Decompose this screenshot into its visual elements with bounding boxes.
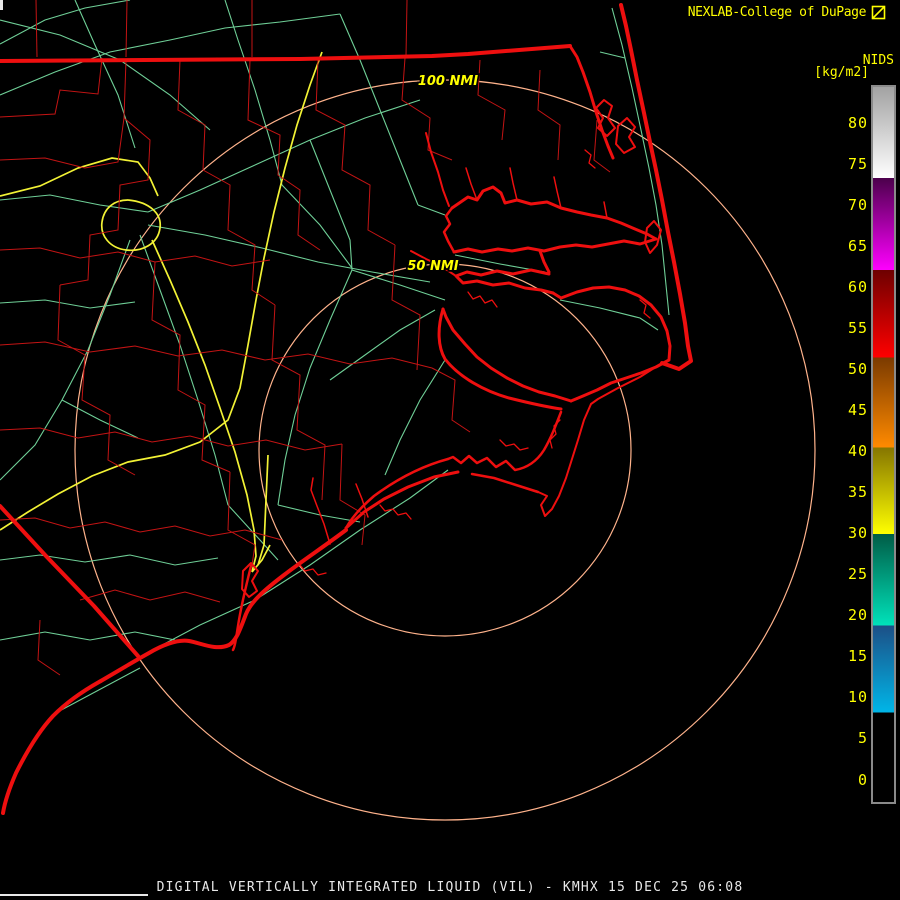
product-caption: DIGITAL VERTICALLY INTEGRATED LIQUID (VI…: [0, 880, 900, 895]
albemarle-sound: [452, 187, 656, 239]
colorbar: [871, 85, 896, 804]
state-border-sc-nc: [0, 506, 138, 656]
colorbar-tick-40: 40: [828, 442, 868, 460]
colorbar-tick-70: 70: [828, 196, 868, 214]
colorbar-tick-5: 5: [828, 729, 868, 747]
roads-layer: [0, 0, 669, 715]
colorbar-tick-75: 75: [828, 155, 868, 173]
colorbar-tick-10: 10: [828, 688, 868, 706]
colorbar-tick-60: 60: [828, 278, 868, 296]
colorbar-tick-45: 45: [828, 401, 868, 419]
caption-underline: [0, 894, 148, 896]
border-mark-top-left: [0, 0, 3, 10]
units-label: [kg/m2]: [814, 65, 869, 80]
radar-map: 100 NMI 50 NMI: [0, 0, 900, 900]
range-rings: [75, 80, 815, 820]
colorbar-gradient: [873, 87, 894, 802]
colorbar-tick-25: 25: [828, 565, 868, 583]
colorbar-tick-55: 55: [828, 319, 868, 337]
range-ring-label-100nmi: 100 NMI: [418, 74, 478, 89]
range-ring-label-50nmi: 50 NMI: [407, 259, 458, 274]
brand-text: NEXLAB-College of DuPage: [688, 5, 866, 20]
radar-display: 100 NMI 50 NMI NEXLAB-College of DuPage …: [0, 0, 900, 900]
colorbar-tick-15: 15: [828, 647, 868, 665]
colorbar-tick-65: 65: [828, 237, 868, 255]
highways-layer: [0, 52, 322, 572]
colorbar-tick-0: 0: [828, 771, 868, 789]
neuse-river: [443, 309, 571, 401]
range-ring-100nmi: [75, 80, 815, 820]
brand-header: NEXLAB-College of DuPage: [688, 5, 886, 20]
state-border-va-nc: [0, 46, 570, 61]
outer-banks: [621, 5, 691, 369]
colorbar-tick-50: 50: [828, 360, 868, 378]
pamlico-river: [456, 270, 553, 293]
colorbar-tick-35: 35: [828, 483, 868, 501]
colorbar-tick-30: 30: [828, 524, 868, 542]
colorbar-tick-80: 80: [828, 114, 868, 132]
college-of-dupage-logo-icon: [871, 5, 886, 20]
colorbar-tick-20: 20: [828, 606, 868, 624]
